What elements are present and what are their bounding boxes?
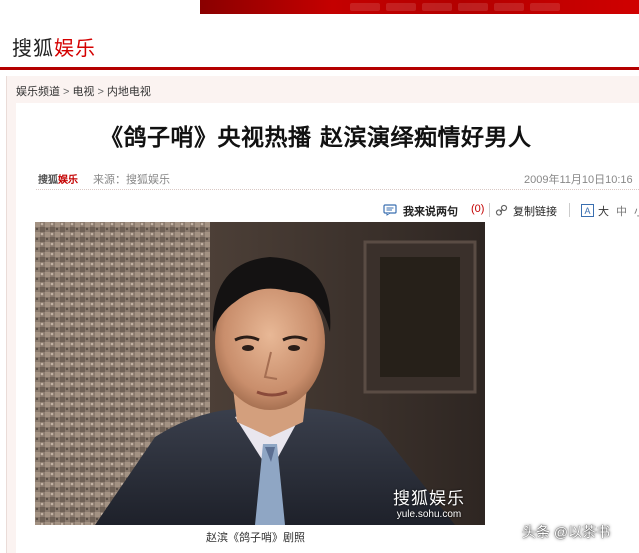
article-photo: 搜狐娱乐 yule.sohu.com bbox=[35, 222, 485, 525]
breadcrumb-link-yule-channel[interactable]: 娱乐频道 bbox=[16, 86, 60, 98]
photo-watermark-url: yule.sohu.com bbox=[396, 509, 462, 520]
link-icon[interactable] bbox=[495, 204, 508, 217]
article-date: 2009年11月10日10:16 bbox=[524, 174, 633, 186]
photo-watermark-brand: 搜狐娱乐 bbox=[393, 489, 465, 508]
tool-divider bbox=[489, 203, 490, 217]
article-title: 《鸽子哨》央视热播 赵滨演绎痴情好男人 bbox=[100, 125, 532, 151]
comment-icon[interactable] bbox=[383, 204, 397, 216]
tool-divider bbox=[569, 203, 570, 217]
source-logo-sohu: 搜狐 bbox=[38, 175, 58, 186]
brand-header: 搜狐娱乐 bbox=[0, 22, 639, 70]
font-size-icon: A bbox=[581, 204, 594, 217]
breadcrumb-link-mainland-tv[interactable]: 内地电视 bbox=[107, 86, 151, 98]
font-size-medium[interactable]: 中 bbox=[616, 203, 627, 219]
breadcrumb-separator: > bbox=[63, 86, 70, 98]
source-logo: 搜狐娱乐 bbox=[38, 171, 78, 186]
copy-link-button[interactable]: 复制链接 bbox=[513, 203, 557, 219]
top-banner bbox=[0, 0, 639, 14]
top-ad-banner[interactable] bbox=[200, 0, 639, 14]
breadcrumb: 娱乐频道 > 电视 > 内地电视 bbox=[16, 83, 151, 99]
font-size-small[interactable]: 小 bbox=[634, 203, 639, 219]
photo-watermark: 搜狐娱乐 yule.sohu.com bbox=[393, 484, 465, 520]
svg-text:A: A bbox=[584, 206, 590, 216]
photo-caption: 赵滨《鸽子哨》剧照 bbox=[206, 532, 305, 544]
article-meta: 搜狐娱乐 来源：搜狐娱乐 2009年11月10日10:16 bbox=[36, 168, 639, 190]
breadcrumb-link-tv[interactable]: 电视 bbox=[72, 86, 94, 98]
comment-link[interactable]: 我来说两句 bbox=[403, 203, 458, 219]
font-size-large[interactable]: 大 bbox=[598, 203, 609, 219]
logo-sohu-text: 搜狐 bbox=[12, 36, 54, 60]
source-logo-yule: 娱乐 bbox=[58, 175, 78, 186]
toutiao-watermark: 头条 @以茶书 bbox=[522, 524, 611, 540]
article-source: 来源：搜狐娱乐 bbox=[93, 174, 170, 186]
breadcrumb-separator: > bbox=[97, 86, 104, 98]
comment-count[interactable]: (0) bbox=[471, 203, 484, 215]
logo-yule-text: 娱乐 bbox=[54, 36, 96, 60]
sohu-yule-logo[interactable]: 搜狐娱乐 bbox=[12, 32, 96, 61]
